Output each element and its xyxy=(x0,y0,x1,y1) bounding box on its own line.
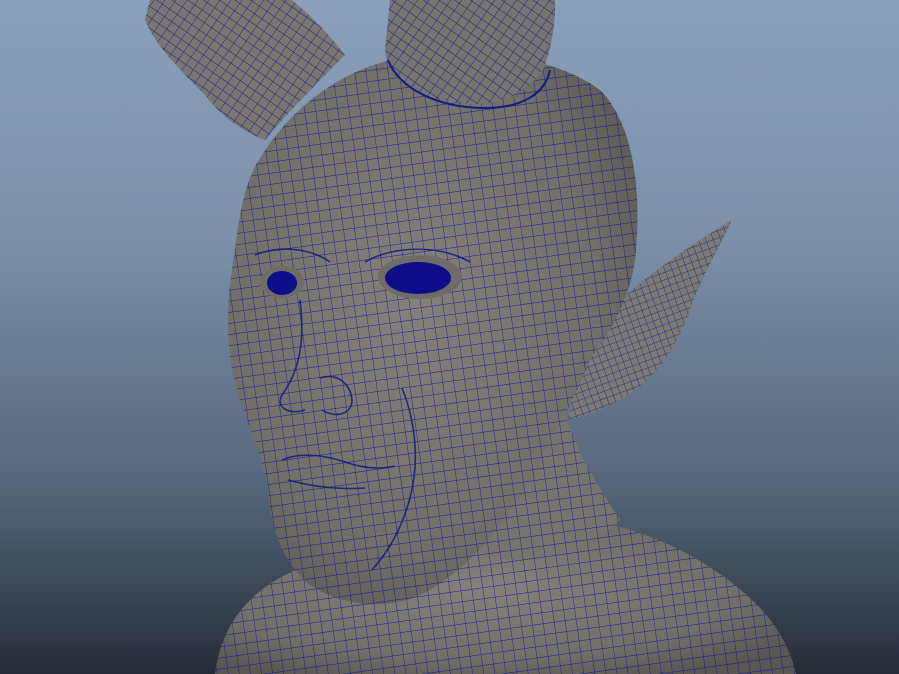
left-eye[interactable] xyxy=(260,266,304,298)
right-eye[interactable] xyxy=(378,255,462,299)
viewport-canvas[interactable] xyxy=(0,0,899,674)
maya-3d-viewport[interactable] xyxy=(0,0,899,674)
